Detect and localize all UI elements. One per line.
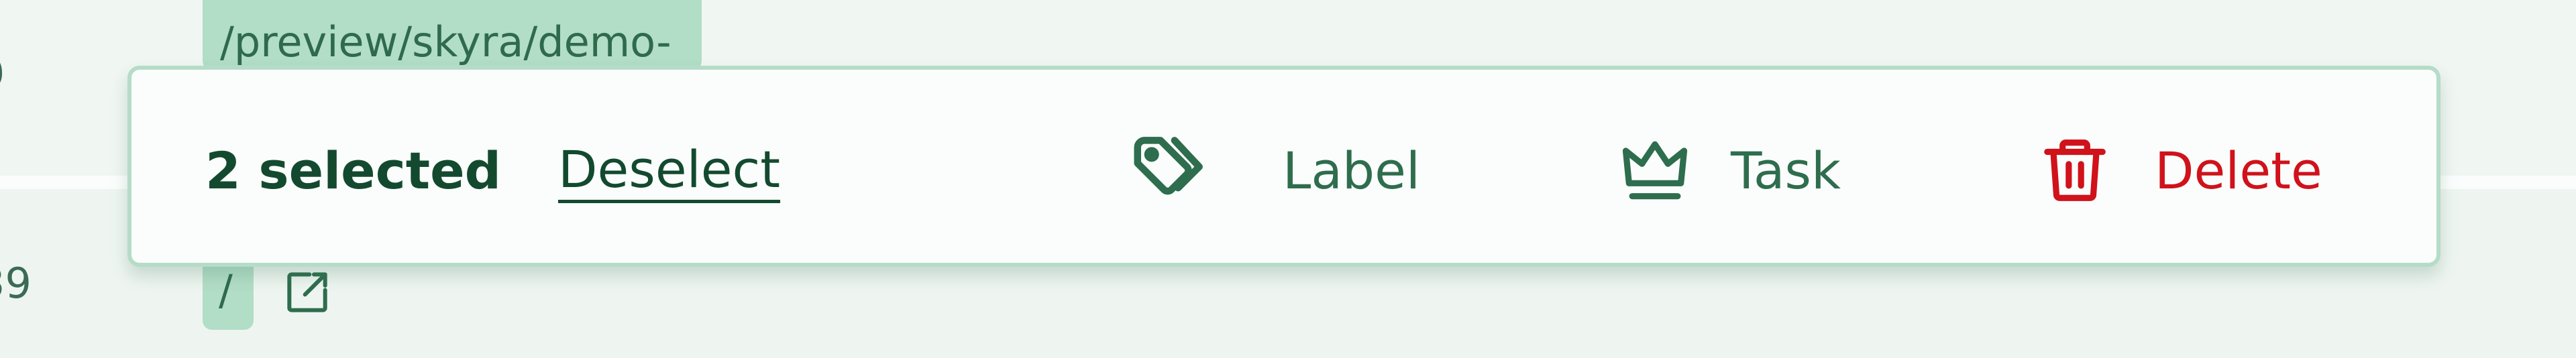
selected-count: 2 selected	[205, 141, 502, 200]
crown-icon	[1613, 128, 1697, 213]
path-text: /	[219, 265, 233, 314]
delete-button-label: Delete	[2155, 140, 2322, 200]
row-number: 9	[0, 50, 5, 99]
trash-icon	[2033, 128, 2117, 213]
edit-icon[interactable]	[280, 265, 334, 319]
deselect-link[interactable]: Deselect	[558, 141, 781, 203]
tag-icon	[1127, 128, 1212, 213]
path-text: /preview/skyra/demo-	[220, 17, 672, 66]
task-button[interactable]: Task	[1613, 123, 1841, 217]
delete-button[interactable]: Delete	[2033, 123, 2322, 217]
task-button-label: Task	[1731, 140, 1841, 200]
label-button[interactable]: Label	[1127, 123, 1420, 217]
page-background: 9 /preview/skyra/demo- 39 / 2 selected D…	[0, 0, 2576, 358]
bulk-action-bar: 2 selected Deselect Label Task Delete	[127, 66, 2440, 267]
label-button-label: Label	[1283, 140, 1421, 200]
row-number: 39	[0, 259, 32, 308]
path-chip[interactable]: /preview/skyra/demo-	[203, 0, 702, 72]
